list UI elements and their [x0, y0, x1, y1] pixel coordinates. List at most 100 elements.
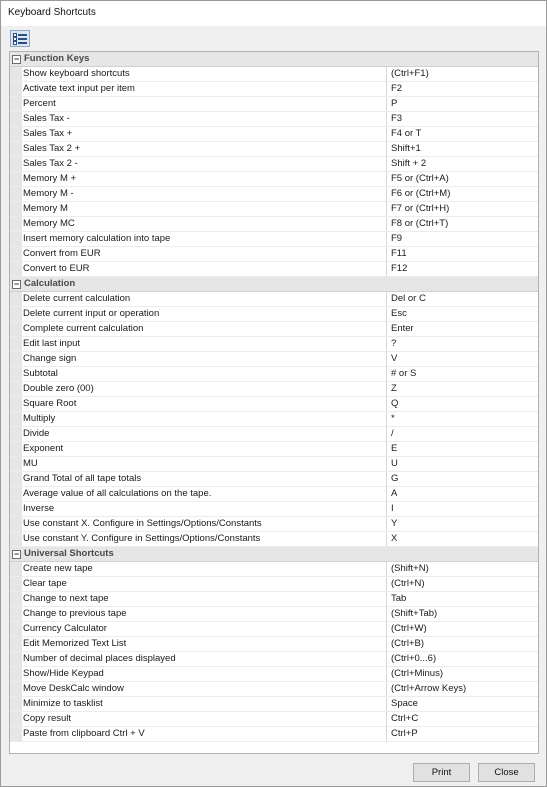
shortcut-row[interactable]: Convert from EUR F11	[10, 247, 538, 262]
collapse-toggle-icon[interactable]: −	[10, 277, 22, 291]
shortcut-key[interactable]: # or S	[387, 367, 416, 381]
shortcut-key[interactable]: Esc	[387, 307, 407, 321]
shortcut-key[interactable]: F12	[387, 262, 407, 276]
shortcut-row[interactable]: Clear tape (Ctrl+N)	[10, 577, 538, 592]
shortcut-row[interactable]: Edit Memorized Text List (Ctrl+B)	[10, 637, 538, 652]
shortcut-row[interactable]: Multiply *	[10, 412, 538, 427]
shortcut-key[interactable]: Z	[387, 382, 397, 396]
shortcut-key[interactable]: U	[387, 457, 398, 471]
shortcut-key[interactable]: (Ctrl+Arrow Keys)	[387, 682, 466, 696]
shortcut-key[interactable]: E	[387, 442, 397, 456]
shortcut-key[interactable]: Ctrl+P	[387, 727, 418, 741]
shortcut-row[interactable]: Memory M - F6 or (Ctrl+M)	[10, 187, 538, 202]
shortcut-key[interactable]: Shift+1	[387, 142, 421, 156]
shortcut-row[interactable]: Memory M + F5 or (Ctrl+A)	[10, 172, 538, 187]
shortcut-key[interactable]: X	[387, 532, 397, 546]
close-button[interactable]: Close	[478, 763, 535, 782]
shortcut-key[interactable]: (Ctrl+N)	[387, 577, 425, 591]
shortcut-key[interactable]: F9	[387, 232, 402, 246]
shortcut-key[interactable]: Enter	[387, 322, 414, 336]
shortcut-key[interactable]: A	[387, 487, 397, 501]
shortcut-row[interactable]: Minimize to tasklist Space	[10, 697, 538, 712]
collapse-toggle-icon[interactable]: −	[10, 547, 22, 561]
shortcut-row[interactable]: Use constant Y. Configure in Settings/Op…	[10, 532, 538, 547]
print-button[interactable]: Print	[413, 763, 470, 782]
shortcut-row[interactable]: Currency Calculator (Ctrl+W)	[10, 622, 538, 637]
shortcut-row[interactable]: Move DeskCalc window (Ctrl+Arrow Keys)	[10, 682, 538, 697]
shortcut-key[interactable]: (Ctrl+Minus)	[387, 667, 443, 681]
shortcut-key[interactable]: V	[387, 352, 397, 366]
shortcut-key[interactable]: ?	[387, 337, 396, 351]
shortcut-row[interactable]: Sales Tax + F4 or T	[10, 127, 538, 142]
shortcut-key[interactable]: (Shift+N)	[387, 562, 429, 576]
shortcut-key[interactable]: Tab	[387, 592, 406, 606]
shortcut-key[interactable]: F8 or (Ctrl+T)	[387, 217, 448, 231]
shortcut-key[interactable]: I	[387, 502, 394, 516]
shortcut-row[interactable]: Number of decimal places displayed (Ctrl+…	[10, 652, 538, 667]
row-gutter	[10, 592, 22, 606]
shortcut-row[interactable]: Inverse I	[10, 502, 538, 517]
shortcut-row[interactable]: Sales Tax 2 + Shift+1	[10, 142, 538, 157]
shortcut-key[interactable]: F11	[387, 247, 407, 261]
shortcuts-property-grid[interactable]: − Function Keys Show keyboard shortcuts (Ct…	[9, 51, 539, 754]
shortcut-row[interactable]: Divide /	[10, 427, 538, 442]
shortcut-key[interactable]: F4 or T	[387, 127, 421, 141]
shortcut-row[interactable]: Convert to EUR F12	[10, 262, 538, 277]
shortcut-key[interactable]: /	[387, 427, 394, 441]
categorized-view-button[interactable]	[10, 30, 30, 47]
shortcut-key[interactable]: (Ctrl+F1)	[387, 67, 429, 81]
shortcut-key[interactable]: (Shift+Tab)	[387, 607, 437, 621]
shortcut-row[interactable]: Insert memory calculation into tape F9	[10, 232, 538, 247]
shortcut-row[interactable]: Create new tape (Shift+N)	[10, 562, 538, 577]
shortcut-key[interactable]: Shift + 2	[387, 157, 426, 171]
shortcut-key[interactable]: *	[387, 412, 395, 426]
shortcut-row[interactable]: Percent P	[10, 97, 538, 112]
shortcut-row[interactable]: Use constant X. Configure in Settings/Op…	[10, 517, 538, 532]
shortcut-row[interactable]: Sales Tax - F3	[10, 112, 538, 127]
shortcut-name: Show/Hide Keypad	[22, 667, 387, 681]
row-gutter	[10, 292, 22, 306]
shortcut-key[interactable]: P	[387, 97, 397, 111]
shortcut-row[interactable]: Complete current calculation Enter	[10, 322, 538, 337]
shortcut-row[interactable]: Show/Hide Keypad (Ctrl+Minus)	[10, 667, 538, 682]
shortcut-row[interactable]: Change to previous tape (Shift+Tab)	[10, 607, 538, 622]
shortcut-key[interactable]: F6 or (Ctrl+M)	[387, 187, 450, 201]
shortcut-key[interactable]: F3	[387, 112, 402, 126]
shortcut-row[interactable]: Double zero (00) Z	[10, 382, 538, 397]
shortcut-row[interactable]: MU U	[10, 457, 538, 472]
shortcut-key[interactable]: (Ctrl+0...6)	[387, 652, 436, 666]
shortcut-key[interactable]: F7 or (Ctrl+H)	[387, 202, 449, 216]
shortcut-key[interactable]: F5 or (Ctrl+A)	[387, 172, 449, 186]
shortcut-row[interactable]: Paste from clipboard Ctrl + V Ctrl+P	[10, 727, 538, 742]
shortcut-row[interactable]: Edit last input?	[10, 337, 538, 352]
shortcut-row[interactable]: Copy result Ctrl+C	[10, 712, 538, 727]
shortcut-key[interactable]: Ctrl+C	[387, 712, 418, 726]
row-gutter	[10, 562, 22, 576]
shortcut-key[interactable]: (Ctrl+B)	[387, 637, 424, 651]
shortcut-row[interactable]: Memory MC F8 or (Ctrl+T)	[10, 217, 538, 232]
category-header[interactable]: − Function Keys	[10, 52, 538, 67]
shortcut-row[interactable]: Delete current input or operation Esc	[10, 307, 538, 322]
shortcut-row[interactable]: Change sign V	[10, 352, 538, 367]
shortcut-row[interactable]: Sales Tax 2 - Shift + 2	[10, 157, 538, 172]
shortcut-key[interactable]: (Ctrl+W)	[387, 622, 427, 636]
shortcut-key[interactable]: G	[387, 472, 398, 486]
shortcut-row[interactable]: Subtotal # or S	[10, 367, 538, 382]
shortcut-key[interactable]: Space	[387, 697, 418, 711]
shortcut-row[interactable]: Show keyboard shortcuts (Ctrl+F1)	[10, 67, 538, 82]
shortcut-row[interactable]: Memory M F7 or (Ctrl+H)	[10, 202, 538, 217]
shortcut-row[interactable]: Square Root Q	[10, 397, 538, 412]
shortcut-row[interactable]: Average value of all calculations on the…	[10, 487, 538, 502]
collapse-toggle-icon[interactable]: −	[10, 52, 22, 66]
shortcut-key[interactable]: Y	[387, 517, 397, 531]
shortcut-row[interactable]: Exponent E	[10, 442, 538, 457]
shortcut-key[interactable]: Q	[387, 397, 398, 411]
shortcut-key[interactable]: Del or C	[387, 292, 426, 306]
shortcut-row[interactable]: Grand Total of all tape totals G	[10, 472, 538, 487]
category-header[interactable]: − Calculation	[10, 277, 538, 292]
shortcut-row[interactable]: Delete current calculation Del or C	[10, 292, 538, 307]
shortcut-row[interactable]: Activate text input per item F2	[10, 82, 538, 97]
shortcut-row[interactable]: Change to next tape Tab	[10, 592, 538, 607]
shortcut-key[interactable]: F2	[387, 82, 402, 96]
category-header[interactable]: − Universal Shortcuts	[10, 547, 538, 562]
